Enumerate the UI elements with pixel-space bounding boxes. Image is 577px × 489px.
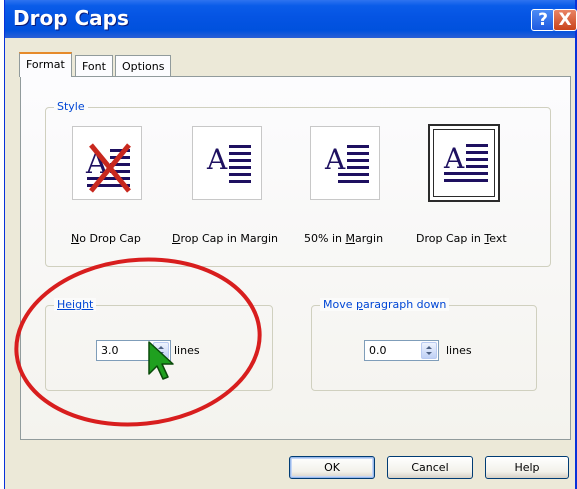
svg-text:A: A [324, 143, 346, 176]
height-spin-buttons[interactable] [153, 342, 169, 359]
half-margin-icon: A [324, 143, 369, 183]
close-button[interactable]: X [553, 9, 577, 31]
half-in-margin-label: 50% in Margin [304, 232, 384, 245]
svg-text:A: A [206, 143, 228, 176]
spin-arrows-icon [426, 346, 432, 355]
height-unit-label: lines [174, 344, 200, 357]
tab-font[interactable]: Font [75, 55, 113, 77]
height-group: Height 3.0 lines [45, 298, 273, 391]
spin-arrows-icon [158, 346, 164, 355]
drop-caps-dialog: Drop Caps ? X Format Font Options Style … [4, 0, 577, 489]
drop-cap-text-icon: A [443, 142, 488, 182]
drop-cap-margin-icon: A [206, 143, 251, 183]
move-down-spinner[interactable]: 0.0 [364, 340, 439, 361]
move-down-value: 0.0 [369, 344, 387, 357]
help-button[interactable]: Help [485, 456, 569, 479]
style-group-label: Style [54, 100, 88, 113]
drop-cap-in-text-option[interactable]: A [428, 124, 500, 202]
no-drop-cap-icon: A [85, 143, 131, 193]
move-paragraph-down-label: Move paragraph down [320, 298, 450, 311]
cancel-button[interactable]: Cancel [387, 456, 473, 479]
format-tab-panel: Style A No Drop Cap A Drop Cap in Margin… [20, 76, 571, 440]
move-paragraph-down-group: Move paragraph down 0.0 lines [311, 298, 537, 391]
svg-text:A: A [443, 142, 465, 175]
drop-cap-in-margin-label: Drop Cap in Margin [172, 232, 278, 245]
tab-options[interactable]: Options [115, 55, 172, 77]
move-down-spin-buttons[interactable] [421, 342, 437, 359]
close-icon: X [558, 10, 572, 30]
height-value: 3.0 [101, 344, 119, 357]
move-down-unit-label: lines [446, 344, 472, 357]
height-group-label: Height [54, 298, 97, 311]
question-mark-icon: ? [538, 10, 548, 30]
drop-cap-in-text-label: Drop Cap in Text [416, 232, 507, 245]
dialog-title: Drop Caps [13, 6, 129, 30]
help-title-button[interactable]: ? [531, 9, 555, 31]
ok-button[interactable]: OK [289, 456, 375, 479]
title-bar[interactable]: Drop Caps ? X [5, 0, 577, 38]
height-spinner[interactable]: 3.0 [96, 340, 171, 361]
style-group: Style A No Drop Cap A Drop Cap in Margin… [45, 100, 551, 267]
no-drop-cap-label: No Drop Cap [71, 232, 141, 245]
no-drop-cap-option[interactable]: A [72, 126, 142, 200]
tab-format[interactable]: Format [19, 52, 72, 77]
drop-cap-in-margin-option[interactable]: A [192, 126, 262, 200]
half-in-margin-option[interactable]: A [310, 126, 380, 200]
